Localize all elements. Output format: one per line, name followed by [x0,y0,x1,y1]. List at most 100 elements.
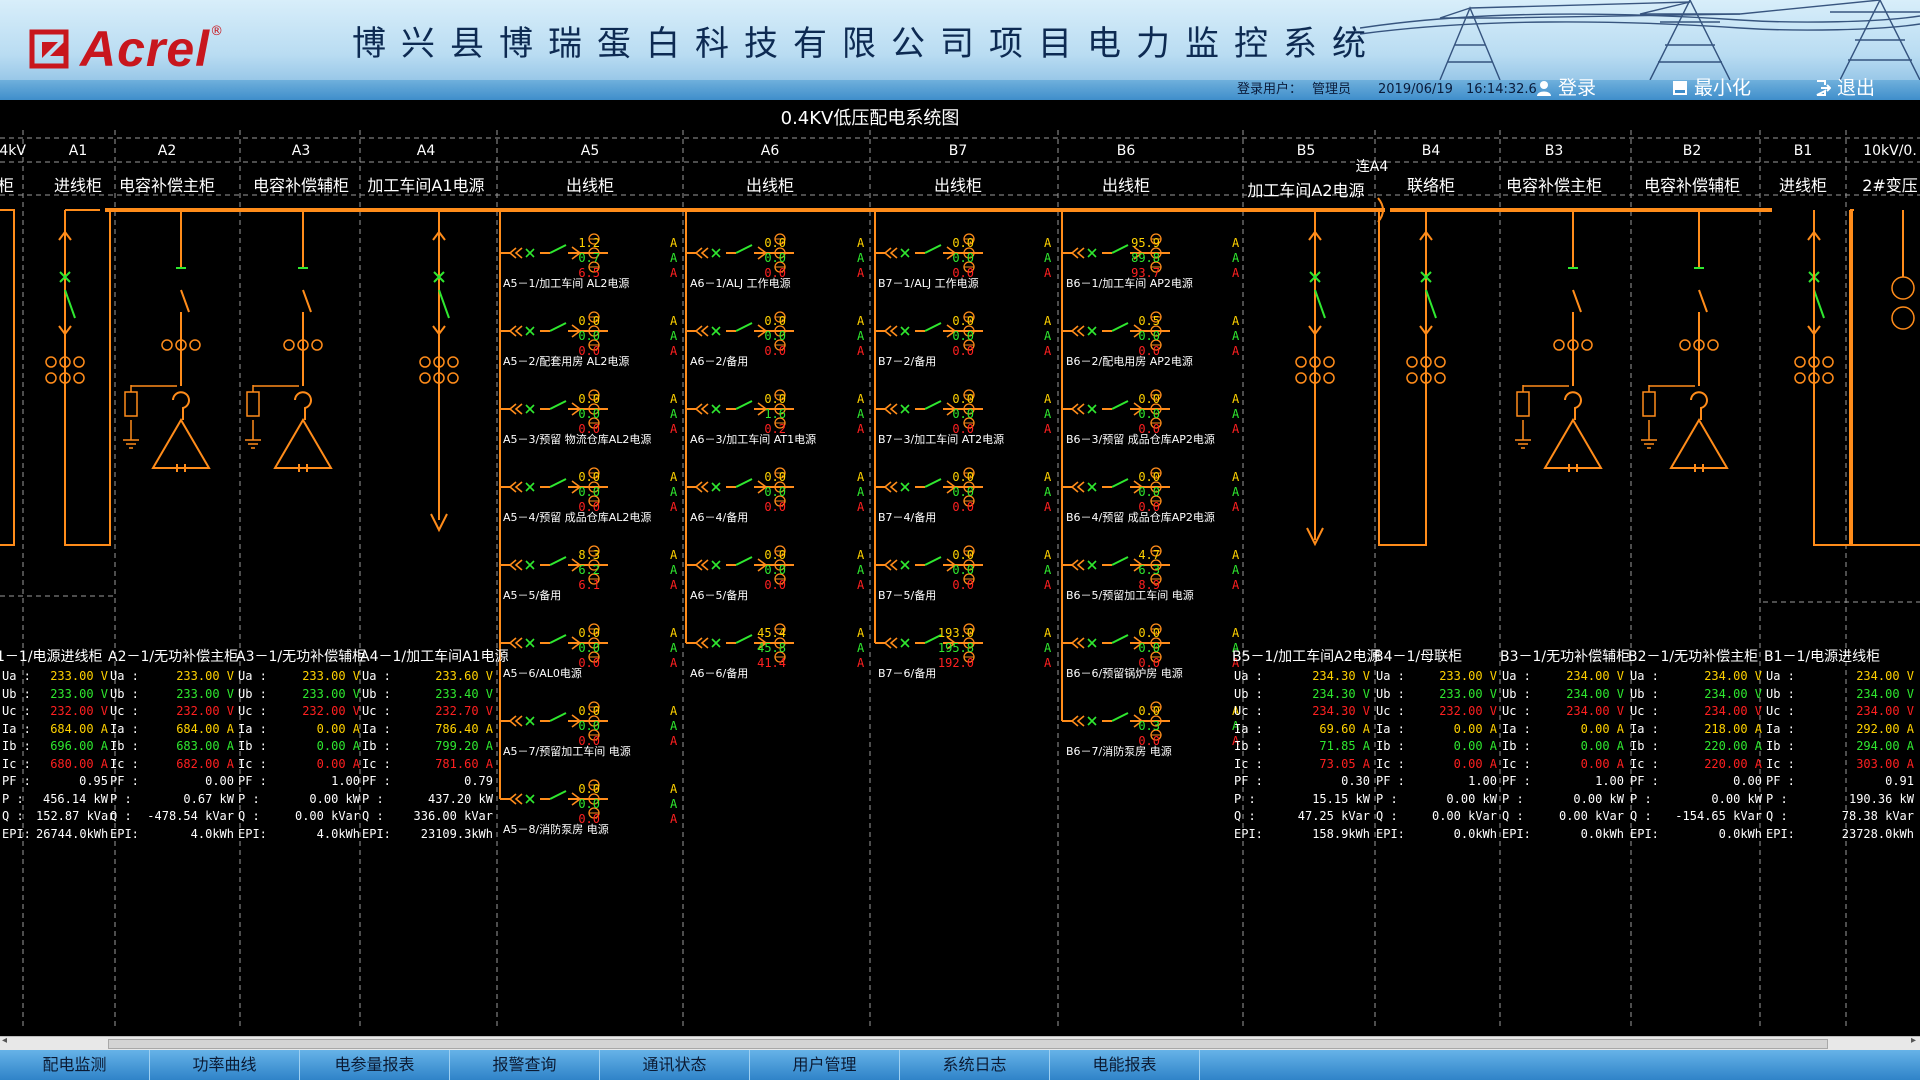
meter-value: 781.60 A [435,757,493,771]
meter-value: 0.00 A [1580,757,1624,771]
feeder-current-unit: A [1044,236,1052,250]
nav-tab[interactable]: 通讯状态 [600,1050,750,1080]
feeder-label: A6－3/加工车间 AT1电源 [690,433,817,446]
meter-value: 69.60 A [1319,722,1370,736]
meter-value: 0.67 kW [183,792,234,806]
disconnector [694,637,709,649]
meter-value: 218.00 A [1704,722,1762,736]
a4-outgoing [419,210,459,520]
meter-row: EPI: 4.0kWh [238,826,360,843]
horizontal-scrollbar[interactable]: ◂ ▸ [0,1035,1920,1050]
bottom-nav: 配电监测 功率曲线 电参量报表 报警查询 通讯状态 用户管理 系统日志 电能报表 [0,1050,1920,1080]
exit-button[interactable]: 退出 [1815,76,1875,100]
feeder-current-value: 0.0 [1138,329,1160,343]
login-user-name: 管理员 [1312,82,1352,97]
feeder-current-unit: A [670,236,678,250]
minimize-button[interactable]: 最小化 [1672,76,1751,100]
arrester [246,391,260,417]
meter-label: Uc : [1376,704,1405,718]
meter-label: PF : [238,774,267,788]
meter-value: 23728.0kWh [1841,827,1914,841]
meter-value: 234.00 V [1856,704,1914,718]
nav-tab[interactable]: 电能报表 [1050,1050,1200,1080]
feeder-current-unit: A [670,578,678,592]
breaker-mark [900,482,910,492]
ct-coil [447,356,459,368]
scroll-left-icon[interactable]: ◂ [2,1035,7,1046]
scroll-right-icon[interactable]: ▸ [1911,1035,1916,1046]
ct-coil [1553,339,1565,351]
feeder-current-value: 0.0 [764,470,786,484]
meter-row: Ub : 233.00 V [238,686,360,703]
nav-tab[interactable]: 系统日志 [900,1050,1050,1080]
feeder-label: A5－3/预留 物流仓库AL2电源 [503,433,652,446]
meter-row: Ib : 683.00 A [110,738,234,755]
meter-label: EPI: [1630,827,1659,841]
breaker-mark [711,404,721,414]
ct-coil [189,339,201,351]
feeder-current-value: 45.4 [757,626,786,640]
meter-value: 233.00 V [1439,669,1497,683]
exit-icon [1816,80,1831,96]
disconnector [1070,715,1085,727]
meter-value: 696.00 A [50,739,108,753]
meter-row: Ib : 0.00 A [1502,738,1624,755]
feeder-current-value: 0.0 [764,236,786,250]
ct-coil [311,339,323,351]
meter-row: PF : 0.00 [110,773,234,790]
disconnector [694,559,709,571]
meter-row: Ub : 233.00 V [1376,686,1497,703]
meter-row: Ib : 294.00 A [1766,738,1914,755]
ct-coil [161,339,173,351]
meter-label: Ub : [362,687,391,701]
meter-value: 680.00 A [50,757,108,771]
meter-row: P : 190.36 kW [1766,791,1914,808]
feeder-label: B6－6/预留锅炉房 电源 [1066,667,1183,680]
reactor [1564,391,1582,420]
meter-label: Ua : [362,669,391,683]
meter-label: EPI: [362,827,391,841]
meter-label: Q : [110,809,132,823]
meter-value: 4.0kWh [190,827,234,841]
meter-label: Ib : [1502,739,1531,753]
user-icon [1537,81,1551,96]
disconnector [1070,247,1085,259]
meter-title: 1－1/电源进线柜 [0,649,103,665]
feeder-current-value: 95.9 [1131,236,1160,250]
feeder-current-value: 0.5 [1138,314,1160,328]
switch-blade [1813,289,1825,319]
brand-logo: Acrel ® [28,20,223,78]
feeder-current-value: 0.0 [578,407,600,421]
meter-value: 220.00 A [1704,757,1762,771]
scrollbar-thumb[interactable] [108,1039,1828,1049]
feeder-current-value: 0.0 [952,485,974,499]
meter-row: Q : -478.54 kVar [110,808,234,825]
nav-tab[interactable]: 电参量报表 [300,1050,450,1080]
nav-tab[interactable]: 报警查询 [450,1050,600,1080]
meter-value: 294.00 A [1856,739,1914,753]
breaker-mark [711,482,721,492]
meter-value: 158.9kWh [1312,827,1370,841]
nav-tab[interactable]: 配电监测 [0,1050,150,1080]
meter-label: Ic : [362,757,391,771]
meter-row: Ub : 233.00 V [2,686,108,703]
nav-tab[interactable]: 功率曲线 [150,1050,300,1080]
disconnector [694,403,709,415]
meter-label: Ib : [110,739,139,753]
meter-label: Ia : [1766,722,1795,736]
meter-title: B4－1/母联柜 [1374,649,1463,665]
feeder-current-unit: A [670,797,678,811]
disconnector [508,481,523,493]
meter-row: Ua : 233.00 V [110,668,234,685]
breaker-mark [900,248,910,258]
nav-tab[interactable]: 用户管理 [750,1050,900,1080]
meter-row: Ia : 69.60 A [1234,721,1370,738]
cabinet-name: 电容补偿辅柜 [252,176,350,195]
feeder-current-value: 0.0 [1138,392,1160,406]
feeder-current-unit: A [857,500,865,514]
meter-label: Ib : [362,739,391,753]
meter-row: Ic : 0.00 A [238,756,360,773]
meter-label: Uc : [1502,704,1531,718]
transformer-feed [1851,210,1920,546]
login-button[interactable]: 登录 [1536,76,1596,100]
